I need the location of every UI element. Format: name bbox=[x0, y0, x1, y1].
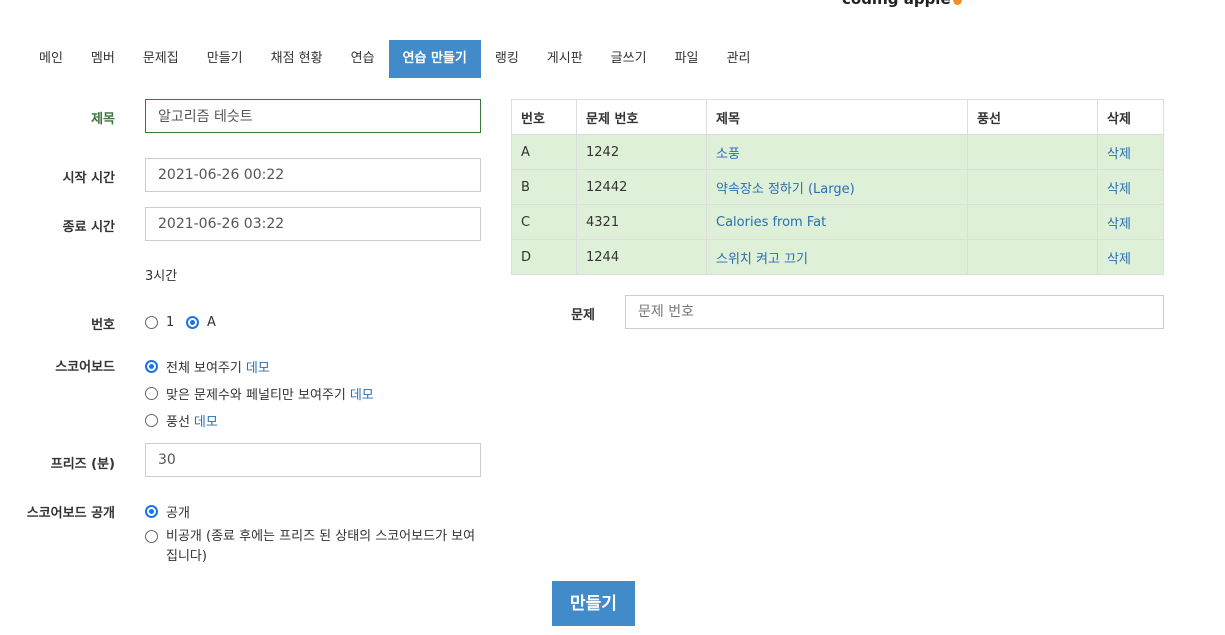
scoreboard-option-all[interactable]: 전체 보여주기 데모 bbox=[145, 357, 270, 376]
table-row: B 12442 약속장소 정하기 (Large) 삭제 bbox=[511, 169, 1164, 205]
problem-letter: A bbox=[511, 134, 577, 170]
problem-id: 4321 bbox=[576, 204, 707, 240]
site-logo: coding apple bbox=[842, 0, 962, 8]
start-time-input[interactable] bbox=[145, 158, 481, 192]
column-header: 문제 번호 bbox=[576, 99, 707, 135]
problem-title-cell: 약속장소 정하기 (Large) bbox=[706, 169, 968, 205]
tab-board[interactable]: 게시판 bbox=[533, 40, 597, 78]
radio-checked-icon[interactable] bbox=[145, 360, 158, 373]
tab-write[interactable]: 글쓰기 bbox=[597, 40, 661, 78]
end-time-label: 종료 시간 bbox=[62, 220, 115, 235]
problem-title-cell: 소풍 bbox=[706, 134, 968, 170]
problem-balloon[interactable] bbox=[967, 134, 1098, 170]
top-banner: coding apple bbox=[0, 0, 1225, 8]
problem-title-link[interactable]: 스위치 켜고 끄기 bbox=[716, 252, 808, 267]
radio-unchecked-icon[interactable] bbox=[145, 414, 158, 427]
tab-admin[interactable]: 관리 bbox=[712, 40, 764, 78]
radio-unchecked-icon[interactable] bbox=[145, 387, 158, 400]
logo-apple-icon bbox=[952, 0, 962, 5]
public-option-open[interactable]: 공개 bbox=[145, 502, 190, 521]
delete-link[interactable]: 삭제 bbox=[1107, 217, 1131, 232]
title-input[interactable] bbox=[145, 99, 481, 133]
create-button[interactable]: 만들기 bbox=[552, 581, 635, 626]
table-header-row: 번호 문제 번호 제목 풍선 삭제 bbox=[511, 99, 1164, 135]
radio-checked-icon[interactable] bbox=[186, 316, 199, 329]
tab-practice[interactable]: 연습 bbox=[337, 40, 389, 78]
title-label: 제목 bbox=[91, 112, 115, 127]
freeze-input[interactable] bbox=[145, 443, 481, 477]
scoreboard-option-penalty[interactable]: 맞은 문제수와 페널티만 보여주기 데모 bbox=[145, 384, 374, 403]
problem-balloon[interactable] bbox=[967, 239, 1098, 275]
problem-letter: B bbox=[511, 169, 577, 205]
problem-letter: D bbox=[511, 239, 577, 275]
delete-link[interactable]: 삭제 bbox=[1107, 252, 1131, 267]
tab-members[interactable]: 멤버 bbox=[77, 40, 129, 78]
scoreboard-option-balloon[interactable]: 풍선 데모 bbox=[145, 411, 218, 430]
problems-table: 번호 문제 번호 제목 풍선 삭제 A 1242 소풍 삭제 B 12442 약… bbox=[511, 99, 1164, 275]
column-header: 풍선 bbox=[967, 99, 1098, 135]
problem-title-link[interactable]: Calories from Fat bbox=[716, 215, 826, 230]
delete-link[interactable]: 삭제 bbox=[1107, 182, 1131, 197]
column-header: 삭제 bbox=[1097, 99, 1164, 135]
tab-create[interactable]: 만들기 bbox=[193, 40, 257, 78]
tab-ranking[interactable]: 랭킹 bbox=[481, 40, 533, 78]
tab-create-practice[interactable]: 연습 만들기 bbox=[388, 40, 481, 78]
duration-text: 3시간 bbox=[145, 269, 178, 284]
delete-cell: 삭제 bbox=[1097, 204, 1164, 240]
problem-title-cell: 스위치 켜고 끄기 bbox=[706, 239, 968, 275]
public-option-private[interactable]: 비공개 (종료 후에는 프리즈 된 상태의 스코어보드가 보여집니다) bbox=[145, 527, 486, 567]
demo-link[interactable]: 데모 bbox=[350, 384, 374, 403]
freeze-label: 프리즈 (분) bbox=[50, 457, 115, 472]
number-label: 번호 bbox=[91, 318, 115, 333]
problem-balloon[interactable] bbox=[967, 169, 1098, 205]
problem-balloon[interactable] bbox=[967, 204, 1098, 240]
radio-unchecked-icon[interactable] bbox=[145, 530, 158, 543]
problem-letter: C bbox=[511, 204, 577, 240]
table-row: D 1244 스위치 켜고 끄기 삭제 bbox=[511, 239, 1164, 275]
public-label: 스코어보드 공개 bbox=[26, 506, 115, 521]
end-time-input[interactable] bbox=[145, 207, 481, 241]
table-row: C 4321 Calories from Fat 삭제 bbox=[511, 204, 1164, 240]
problem-id: 1242 bbox=[576, 134, 707, 170]
problem-id: 12442 bbox=[576, 169, 707, 205]
delete-link[interactable]: 삭제 bbox=[1107, 147, 1131, 162]
problem-title-link[interactable]: 약속장소 정하기 (Large) bbox=[716, 182, 855, 197]
number-option-1[interactable]: 1 bbox=[145, 315, 174, 330]
add-problem-label: 문제 bbox=[571, 308, 595, 323]
table-row: A 1242 소풍 삭제 bbox=[511, 134, 1164, 170]
scoreboard-label: 스코어보드 bbox=[55, 360, 115, 375]
problem-title-link[interactable]: 소풍 bbox=[716, 147, 740, 162]
problem-title-cell: Calories from Fat bbox=[706, 204, 968, 240]
radio-unchecked-icon[interactable] bbox=[145, 316, 158, 329]
radio-checked-icon[interactable] bbox=[145, 505, 158, 518]
demo-link[interactable]: 데모 bbox=[246, 357, 270, 376]
main-nav: 메인 멤버 문제집 만들기 채점 현황 연습 연습 만들기 랭킹 게시판 글쓰기… bbox=[25, 40, 764, 78]
column-header: 번호 bbox=[511, 99, 577, 135]
number-option-a[interactable]: A bbox=[186, 315, 216, 330]
tab-files[interactable]: 파일 bbox=[661, 40, 713, 78]
delete-cell: 삭제 bbox=[1097, 169, 1164, 205]
problem-id: 1244 bbox=[576, 239, 707, 275]
tab-status[interactable]: 채점 현황 bbox=[257, 40, 337, 78]
demo-link[interactable]: 데모 bbox=[194, 411, 218, 430]
problem-number-input[interactable] bbox=[625, 295, 1164, 329]
tab-problemsets[interactable]: 문제집 bbox=[129, 40, 193, 78]
delete-cell: 삭제 bbox=[1097, 134, 1164, 170]
column-header: 제목 bbox=[706, 99, 968, 135]
tab-main[interactable]: 메인 bbox=[25, 40, 77, 78]
delete-cell: 삭제 bbox=[1097, 239, 1164, 275]
start-time-label: 시작 시간 bbox=[62, 171, 115, 186]
